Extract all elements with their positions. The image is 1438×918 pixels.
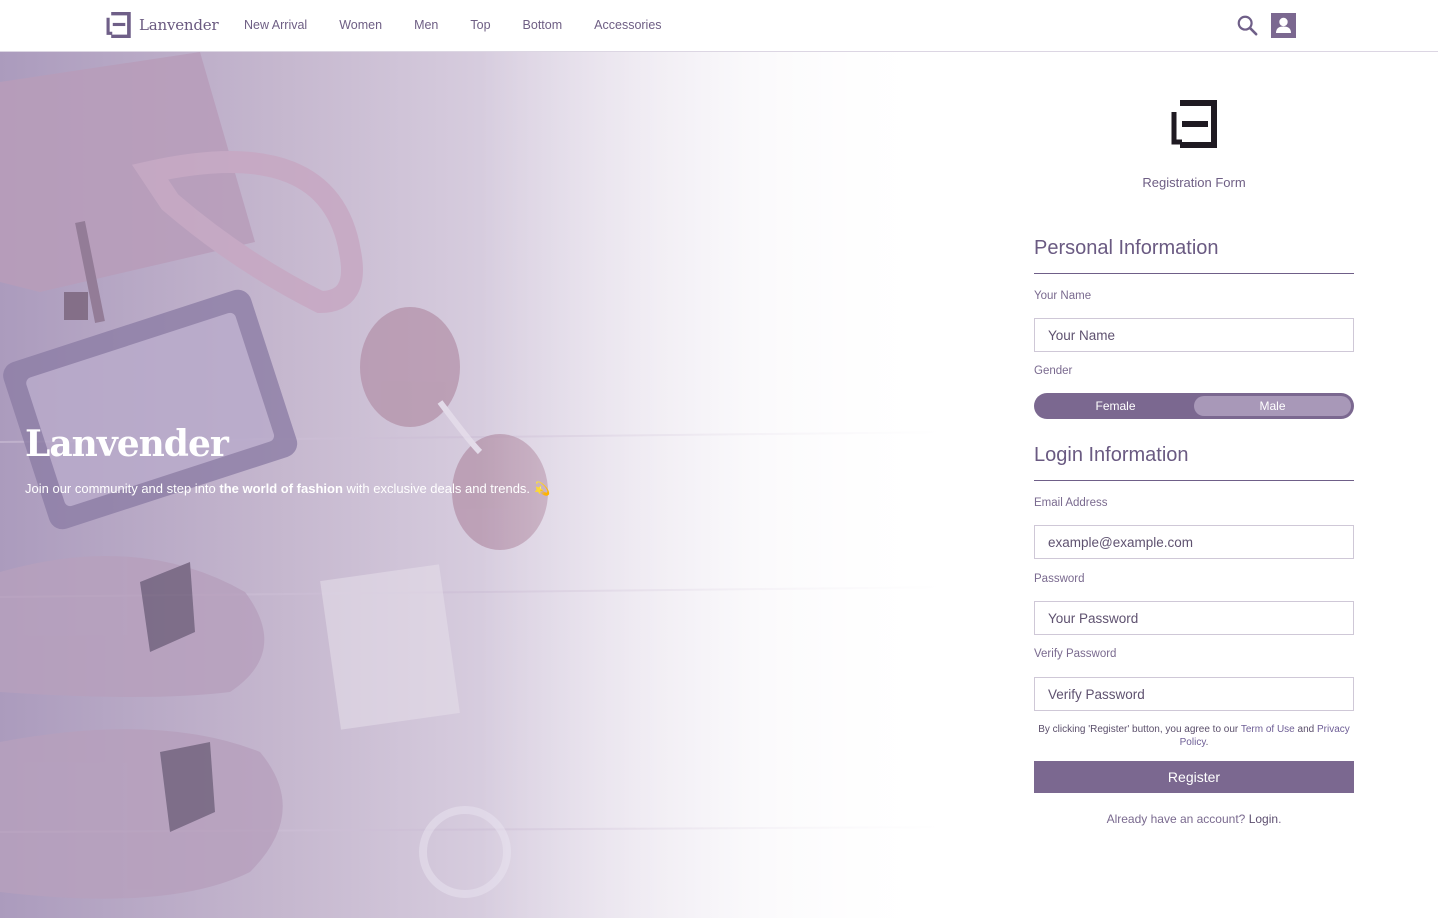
nav-link-women[interactable]: Women [339, 18, 382, 32]
brand[interactable]: Lanvender [106, 12, 219, 38]
personal-info-heading: Personal Information [1034, 237, 1354, 274]
brand-name: Lanvender [139, 16, 219, 34]
nav-link-accessories[interactable]: Accessories [594, 18, 661, 32]
terms-text-start: By clicking 'Register' button, you agree… [1038, 724, 1241, 735]
login-prompt-suffix: . [1278, 812, 1282, 826]
user-icon[interactable] [1271, 13, 1296, 38]
hero-tagline: Join our community and step into the wor… [25, 481, 550, 497]
tagline-text-start: Join our community and step into [25, 481, 220, 496]
verify-password-label: Verify Password [1034, 648, 1117, 660]
terms-notice: By clicking 'Register' button, you agree… [1034, 723, 1354, 749]
verify-password-field[interactable] [1034, 677, 1354, 711]
register-button[interactable]: Register [1034, 761, 1354, 793]
tagline-text-end: with exclusive deals and trends. [342, 481, 531, 496]
gender-label: Gender [1034, 365, 1073, 377]
terms-text-mid: and [1294, 724, 1317, 735]
login-prompt-text: Already have an account? [1106, 812, 1249, 826]
terms-of-use-link[interactable]: Term of Use [1241, 724, 1295, 735]
password-field[interactable] [1034, 601, 1354, 635]
email-label: Email Address [1034, 497, 1108, 509]
nav-link-top[interactable]: Top [470, 18, 490, 32]
nav-link-new-arrival[interactable]: New Arrival [244, 18, 307, 32]
name-label: Your Name [1034, 290, 1092, 302]
nav-link-men[interactable]: Men [414, 18, 438, 32]
search-icon[interactable] [1236, 14, 1258, 36]
gender-option-female[interactable]: Female [1037, 396, 1194, 416]
logo-icon [106, 12, 131, 38]
form-logo-icon [1171, 100, 1217, 148]
top-navbar: Lanvender New Arrival Women Men Top Bott… [0, 0, 1438, 52]
name-input[interactable] [1034, 318, 1354, 352]
gender-toggle: Female Male [1034, 393, 1354, 419]
hero-title: Lanvender [25, 423, 229, 465]
nav-link-bottom[interactable]: Bottom [523, 18, 563, 32]
password-label: Password [1034, 573, 1085, 585]
sparkle-icon: 💫 [534, 481, 551, 496]
tagline-highlight: the world of fashion [219, 481, 343, 496]
login-prompt: Already have an account? Login. [1034, 812, 1354, 826]
hero-banner: Lanvender Join our community and step in… [0, 52, 960, 918]
email-field[interactable] [1034, 525, 1354, 559]
form-subtitle: Registration Form [1142, 175, 1246, 190]
terms-text-end: . [1205, 737, 1209, 748]
nav-links: New Arrival Women Men Top Bottom Accesso… [244, 18, 694, 32]
gender-option-male[interactable]: Male [1194, 396, 1351, 416]
login-info-heading: Login Information [1034, 444, 1354, 481]
login-link[interactable]: Login [1249, 812, 1278, 826]
